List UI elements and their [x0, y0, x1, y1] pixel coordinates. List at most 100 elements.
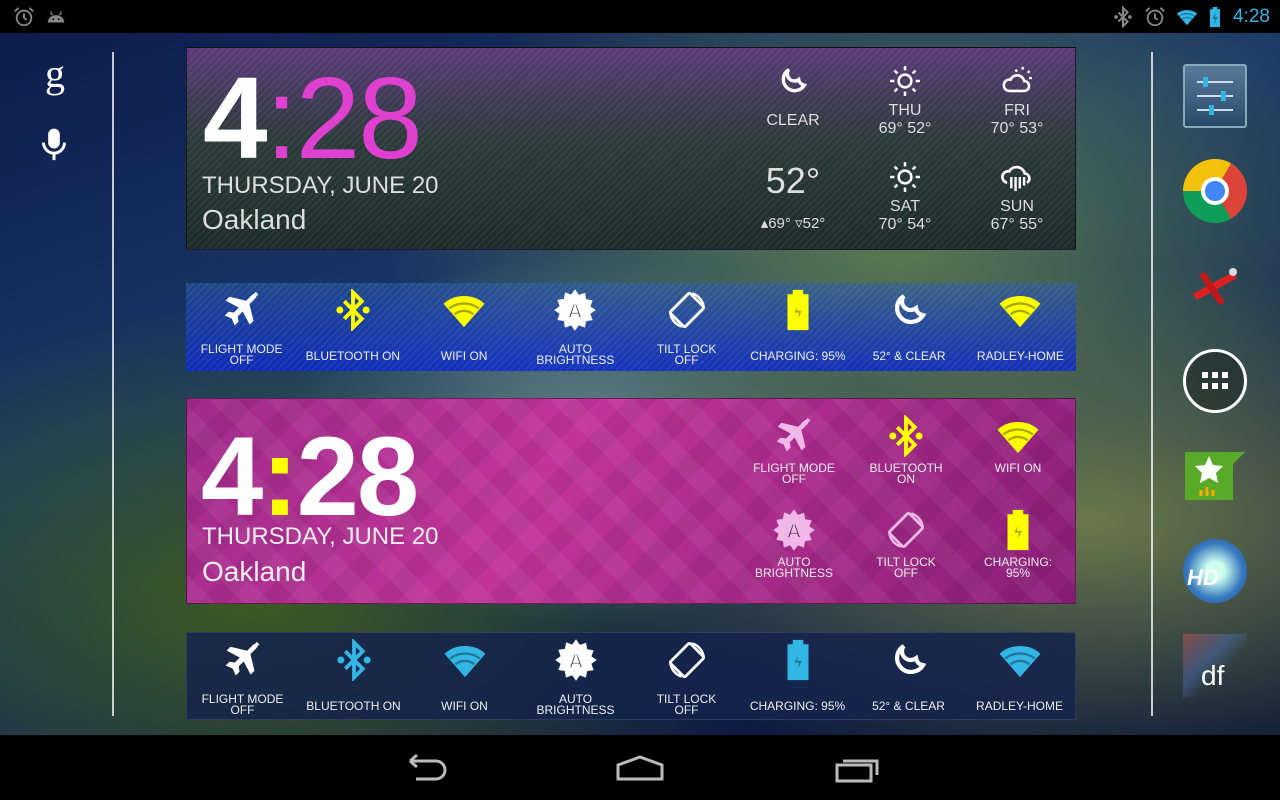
current-condition: CLEAR: [766, 112, 820, 129]
label-line: RADLEY-HOME: [976, 699, 1063, 713]
all-apps-icon[interactable]: [1183, 349, 1247, 413]
toggle-auto[interactable]: AUTO BRIGHTNESS: [738, 501, 850, 601]
wifi-icon: [997, 415, 1039, 457]
moon-icon: [888, 289, 930, 331]
auto-brightness-icon: [554, 289, 596, 331]
voice-search-icon[interactable]: [40, 126, 68, 164]
toggle-label: AUTO BRIGHTNESS: [520, 693, 631, 717]
forecast-sat: SAT 70° 54°: [850, 160, 960, 234]
toggle-bar-yellow: FLIGHT MODE OFF BLUETOOTH ON WIFI ON AUTO BRI…: [186, 283, 1076, 371]
forecast-day: FRI: [1004, 102, 1030, 119]
battery-icon: [777, 289, 819, 331]
toggle-flight-mode[interactable]: FLIGHT MODE OFF: [186, 283, 297, 371]
toggle-label: FLIGHT MODE OFF: [186, 343, 297, 366]
clock-colon: :: [261, 414, 298, 539]
chrome-app-icon[interactable]: [1183, 159, 1247, 223]
right-divider: [1151, 52, 1153, 716]
toggle-tilt-lock[interactable]: TILT LOCK OFF: [631, 283, 742, 371]
label-line: CHARGING: 95%: [750, 349, 846, 363]
alarm-icon: [14, 7, 34, 27]
label-line: WIFI ON: [441, 699, 488, 713]
date: THURSDAY, JUNE 20: [202, 172, 439, 199]
toggle-auto[interactable]: AUTO BRIGHTNESS: [520, 633, 631, 719]
toggle-wifi-on[interactable]: WIFI ON: [962, 407, 1074, 507]
label-line: OFF: [782, 472, 806, 486]
pink-clock-toggle-widget[interactable]: 4:28 THURSDAY, JUNE 20 Oakland FLIGHT MO…: [186, 398, 1076, 604]
toggle-label: AUTO BRIGHTNESS: [520, 343, 631, 366]
back-icon[interactable]: [396, 751, 452, 785]
label-line: BRIGHTNESS: [536, 703, 615, 717]
sun-icon: [888, 64, 922, 98]
forecast-temps: 70° 54°: [878, 216, 932, 233]
forecast-sun: SUN 67° 55°: [962, 160, 1072, 234]
toggle-bluetooth-on[interactable]: BLUETOOTH ON: [298, 633, 409, 719]
label-line: WIFI ON: [440, 349, 488, 363]
plane-game-app-icon[interactable]: [1183, 254, 1247, 318]
toggle-label: WIFI ON: [409, 699, 520, 713]
recents-icon[interactable]: [829, 751, 885, 785]
current-temp: 52°: [765, 160, 821, 201]
toggle-label: CHARGING: 95%: [742, 349, 853, 363]
partly-cloudy-icon: [1000, 64, 1034, 98]
toggle-wifi-on[interactable]: WIFI ON: [409, 283, 520, 371]
battery-icon: [997, 509, 1039, 551]
grid-icon: [1202, 372, 1228, 389]
hd-widgets-app-icon[interactable]: HD: [1183, 539, 1247, 603]
label-line: 52° & CLEAR: [872, 349, 946, 363]
label-line: WIFI ON: [994, 461, 1042, 475]
df-app-icon[interactable]: df: [1183, 634, 1247, 698]
weather-clock-widget[interactable]: 4:28 THURSDAY, JUNE 20 Oakland CLEAR 52°…: [186, 47, 1076, 250]
toggle-52-clear[interactable]: 52° & CLEAR: [854, 283, 965, 371]
toggle-52-clear[interactable]: 52° & CLEAR: [853, 633, 964, 719]
toggle-wifi-on[interactable]: WIFI ON: [409, 633, 520, 719]
toggle-flight-mode[interactable]: FLIGHT MODE OFF: [187, 633, 298, 719]
forecast-day: SAT: [890, 198, 920, 215]
toggle-label: 52° & CLEAR: [854, 349, 965, 363]
forecast-temps: 67° 55°: [990, 216, 1044, 233]
forecast-day: SUN: [1000, 198, 1034, 215]
toggle-radley-home[interactable]: RADLEY-HOME: [964, 633, 1075, 719]
rotate-icon: [666, 639, 708, 681]
toggle-bluetooth[interactable]: BLUETOOTH ON: [850, 407, 962, 507]
airplane-icon: [221, 289, 263, 331]
toggle-charging[interactable]: CHARGING: 95%: [962, 501, 1074, 601]
status-time: 4:28: [1233, 6, 1270, 27]
toggle-label: FLIGHT MODE OFF: [187, 693, 298, 717]
city: Oakland: [202, 556, 307, 587]
toggle-auto[interactable]: AUTO BRIGHTNESS: [520, 283, 631, 371]
alarm-icon: [1145, 7, 1165, 27]
clock-minutes: 28: [296, 414, 420, 539]
toggle-tilt-lock[interactable]: TILT LOCK OFF: [850, 501, 962, 601]
toggle-label: RADLEY-HOME: [965, 350, 1076, 362]
wifi-icon: [999, 639, 1041, 681]
google-search-icon[interactable]: g: [40, 50, 70, 97]
toggle-radley-home[interactable]: RADLEY-HOME: [965, 283, 1076, 371]
toggle-flight-mode[interactable]: FLIGHT MODE OFF: [738, 407, 850, 507]
label-line: BLUETOOTH ON: [305, 349, 401, 363]
moon-icon: [888, 639, 930, 681]
forecast-temps: 70° 53°: [990, 120, 1044, 137]
clock-colon: :: [265, 53, 298, 183]
wifi-icon: [1174, 6, 1200, 28]
toggle-label: CHARGING: 95%: [742, 699, 853, 713]
label-line: BRIGHTNESS: [754, 566, 833, 580]
label-line: OFF: [230, 703, 255, 717]
toggle-charging-95[interactable]: CHARGING: 95%: [742, 283, 853, 371]
status-bar: 4:28: [0, 0, 1280, 33]
home-icon[interactable]: [612, 751, 668, 785]
city: Oakland: [202, 204, 307, 235]
star-app-icon[interactable]: [1183, 444, 1247, 508]
toggle-bluetooth-on[interactable]: BLUETOOTH ON: [297, 283, 408, 371]
left-divider: [112, 52, 114, 716]
label-line: OFF: [674, 353, 699, 367]
forecast-thu: THU 69° 52°: [850, 64, 960, 138]
clock-hour: 4: [201, 414, 263, 539]
toggle-label: TILT LOCK OFF: [631, 693, 742, 716]
label-line: 95%: [1005, 566, 1031, 580]
toggle-label: BLUETOOTH ON: [297, 349, 408, 363]
settings-app-icon[interactable]: [1183, 64, 1247, 128]
toggle-charging-95[interactable]: CHARGING: 95%: [742, 633, 853, 719]
battery-charging-icon: [1204, 6, 1226, 28]
toggle-tilt-lock[interactable]: TILT LOCK OFF: [631, 633, 742, 719]
label-line: CHARGING: 95%: [749, 699, 846, 713]
